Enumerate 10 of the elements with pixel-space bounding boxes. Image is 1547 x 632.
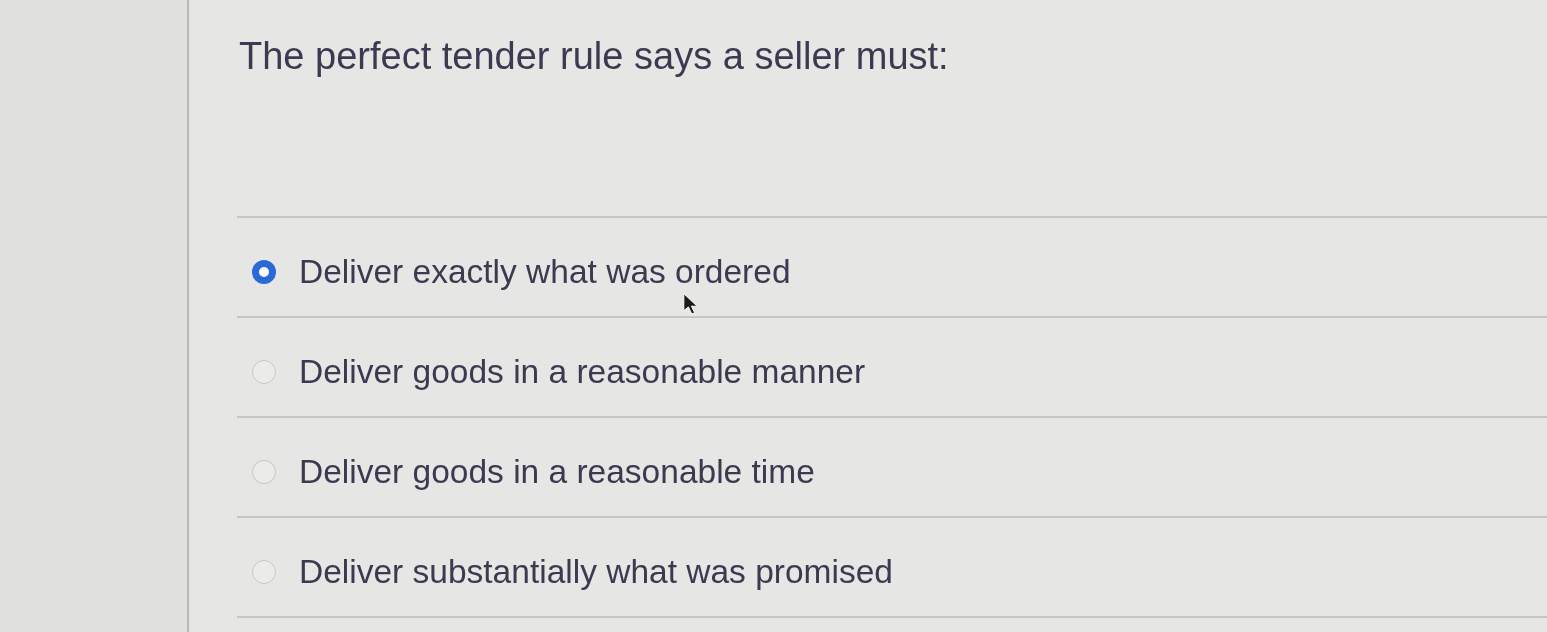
radio-button[interactable] (252, 360, 276, 384)
option-label[interactable]: Deliver goods in a reasonable manner (299, 353, 866, 391)
option-label[interactable]: Deliver substantially what was promised (299, 553, 893, 591)
radio-button[interactable] (252, 460, 276, 484)
option-label[interactable]: Deliver exactly what was ordered (299, 253, 791, 291)
radio-button[interactable] (252, 560, 276, 584)
question-text: The perfect tender rule says a seller must: (239, 34, 949, 79)
mouse-pointer-icon (683, 293, 698, 315)
radio-button[interactable] (252, 260, 276, 284)
option-label[interactable]: Deliver goods in a reasonable time (299, 453, 815, 491)
